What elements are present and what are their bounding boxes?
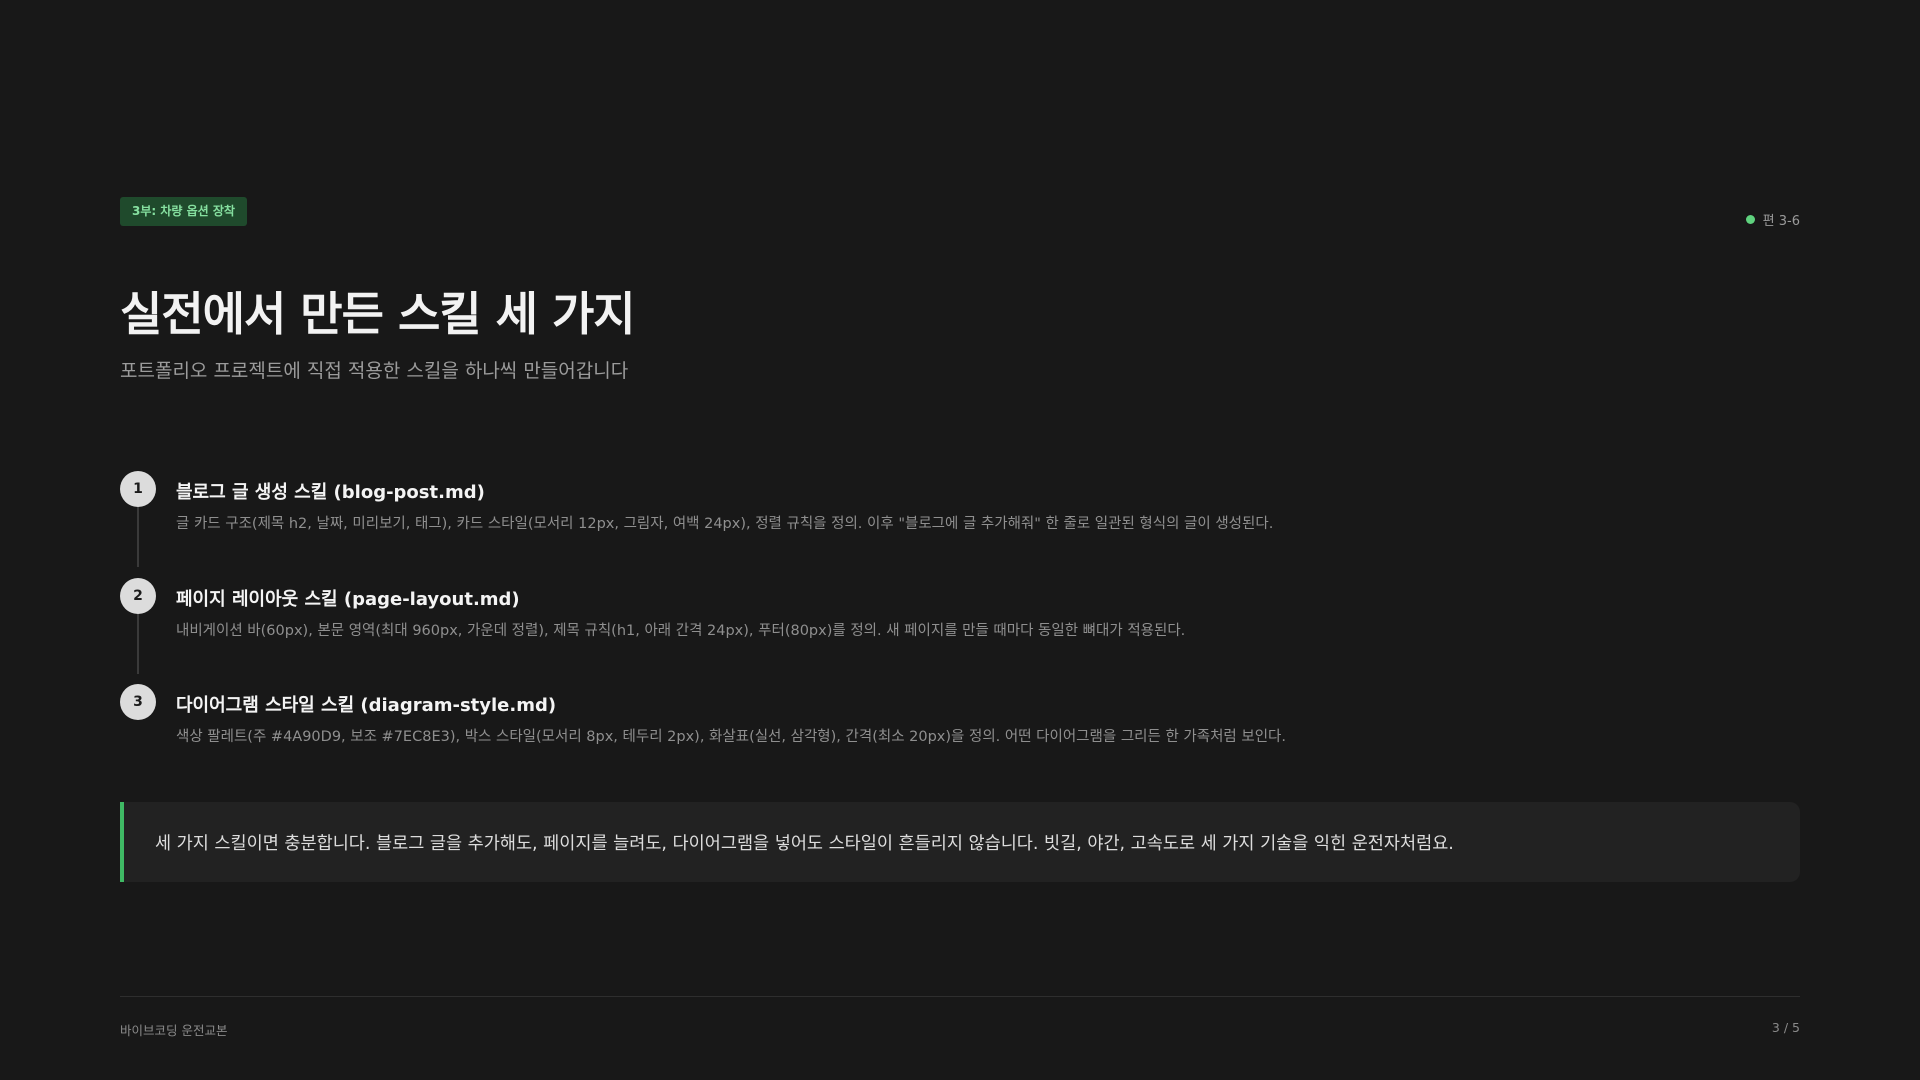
summary-callout: 세 가지 스킬이면 충분합니다. 블로그 글을 추가해도, 페이지를 늘려도, …	[120, 802, 1800, 882]
page-subtitle: 포트폴리오 프로젝트에 직접 적용한 스킬을 하나씩 만들어갑니다	[120, 360, 629, 382]
callout-text: 세 가지 스킬이면 충분합니다. 블로그 글을 추가해도, 페이지를 늘려도, …	[155, 833, 1454, 854]
step-connector-line	[137, 507, 139, 567]
step-connector-line	[137, 614, 139, 674]
step-description: 내비게이션 바(60px), 본문 영역(최대 960px, 가운데 정렬), …	[176, 623, 1186, 639]
page-number: 3 / 5	[1771, 1020, 1800, 1035]
step-description: 색상 팔레트(주 #4A90D9, 보조 #7EC8E3), 박스 스타일(모서…	[176, 729, 1286, 745]
slide: 3부: 차량 옵션 장착 편 3-6 실전에서 만든 스킬 세 가지 포트폴리오…	[0, 0, 1920, 1080]
step-number-badge: 2	[120, 578, 156, 614]
step-title: 다이어그램 스타일 스킬 (diagram-style.md)	[176, 695, 557, 716]
footer-book-title: 바이브코딩 운전교본	[120, 1023, 228, 1038]
step-number-badge: 3	[120, 684, 156, 720]
episode-label: 편 3-6	[1762, 214, 1800, 229]
step-description: 글 카드 구조(제목 h2, 날짜, 미리보기, 태그), 카드 스타일(모서리…	[176, 516, 1274, 532]
step-number-badge: 1	[120, 471, 156, 507]
status-dot-icon	[1745, 215, 1755, 224]
episode-indicator: 편 3-6	[1745, 210, 1800, 229]
section-badge: 3부: 차량 옵션 장착	[120, 197, 247, 226]
footer-divider	[120, 996, 1800, 997]
step-title: 페이지 레이아웃 스킬 (page-layout.md)	[176, 589, 520, 610]
page-title: 실전에서 만든 스킬 세 가지	[120, 287, 636, 341]
step-title: 블로그 글 생성 스킬 (blog-post.md)	[176, 482, 485, 503]
